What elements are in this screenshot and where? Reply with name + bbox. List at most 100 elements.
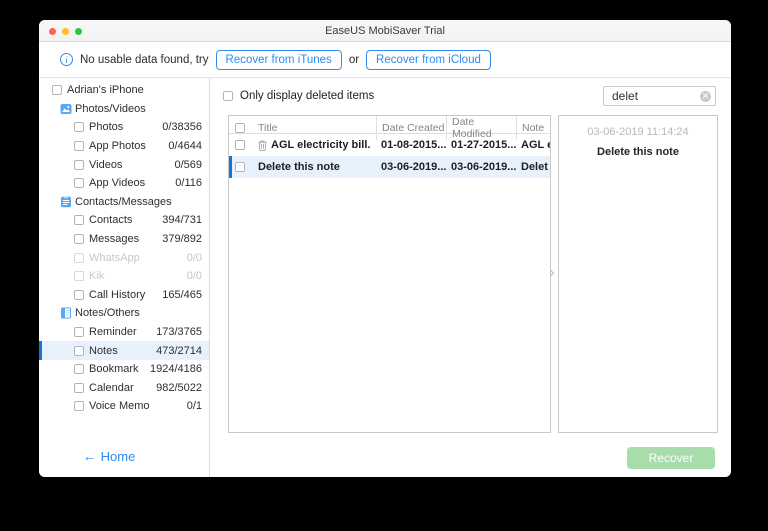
info-bar: i No usable data found, try Recover from…: [39, 42, 731, 78]
only-deleted-label: Only display deleted items: [240, 90, 375, 102]
notes-checkbox[interactable]: [74, 345, 84, 356]
recover-from-itunes-button[interactable]: Recover from iTunes: [215, 49, 342, 70]
traffic-lights: [49, 20, 82, 42]
only-deleted-filter[interactable]: Only display deleted items: [223, 90, 374, 102]
kik-checkbox[interactable]: [74, 271, 84, 282]
sidebar-item-app-photos[interactable]: App Photos 0/4644: [39, 137, 209, 156]
photos-checkbox[interactable]: [74, 122, 84, 133]
item-count: 982/5022: [156, 381, 202, 394]
sidebar-item-contacts[interactable]: Contacts 394/731: [39, 211, 209, 230]
recover-button[interactable]: Recover: [627, 447, 715, 469]
home-button[interactable]: ← Home: [39, 448, 194, 464]
whatsapp-checkbox[interactable]: [74, 252, 84, 263]
group-label: Photos/Videos: [75, 102, 146, 115]
row-checkbox[interactable]: [235, 140, 245, 150]
window-title: EaseUS MobiSaver Trial: [325, 24, 445, 37]
row-date-modified: 01-27-2015...: [451, 139, 516, 151]
recover-from-icloud-button[interactable]: Recover from iCloud: [366, 49, 491, 70]
device-label: Adrian's iPhone: [67, 84, 144, 97]
contacts-checkbox[interactable]: [74, 215, 84, 226]
table-header: Title Date Created Date Modified Note: [229, 116, 550, 140]
item-count: 165/465: [162, 288, 202, 301]
close-window-button[interactable]: [49, 27, 56, 35]
item-count: 0/116: [175, 177, 202, 190]
item-count: 394/731: [162, 214, 202, 227]
group-label: Contacts/Messages: [75, 195, 172, 208]
sidebar-item-videos[interactable]: Videos 0/569: [39, 155, 209, 174]
device-checkbox[interactable]: [52, 85, 62, 96]
item-count: 379/892: [162, 233, 202, 246]
item-count: 1924/4186: [150, 363, 202, 376]
app-videos-checkbox[interactable]: [74, 178, 84, 189]
table-row[interactable]: Delete this note 03-06-2019... 03-06-201…: [229, 156, 550, 178]
group-label: Notes/Others: [75, 307, 140, 320]
sidebar-item-device[interactable]: Adrian's iPhone: [39, 81, 209, 100]
row-date-created: 03-06-2019...: [381, 161, 446, 173]
info-icon: i: [60, 53, 73, 66]
item-count: 0/38356: [162, 121, 202, 134]
search-box: ✕: [603, 86, 716, 106]
sidebar-item-bookmark[interactable]: Bookmark 1924/4186: [39, 360, 209, 379]
row-date-created: 01-08-2015...: [381, 139, 446, 151]
screen: EaseUS MobiSaver Trial i No usable data …: [0, 0, 768, 531]
row-checkbox[interactable]: [235, 162, 245, 172]
collapse-panel-icon[interactable]: ›: [546, 263, 558, 283]
app-photos-checkbox[interactable]: [74, 141, 84, 152]
sidebar-item-whatsapp[interactable]: WhatsApp 0/0: [39, 248, 209, 267]
reminder-checkbox[interactable]: [74, 327, 84, 338]
contacts-icon: [60, 196, 72, 208]
sidebar-item-messages[interactable]: Messages 379/892: [39, 230, 209, 249]
row-title: AGL electricity bill.: [271, 139, 371, 151]
calendar-checkbox[interactable]: [74, 382, 84, 393]
row-date-modified: 03-06-2019...: [451, 161, 516, 173]
voice-memo-checkbox[interactable]: [74, 401, 84, 412]
back-arrow-icon: ←: [82, 448, 97, 464]
sidebar-item-reminder[interactable]: Reminder 173/3765: [39, 323, 209, 342]
minimize-window-button[interactable]: [62, 27, 69, 35]
preview-timestamp: 03-06-2019 11:14:24: [587, 126, 689, 138]
item-count: 173/3765: [156, 326, 202, 339]
clear-search-icon[interactable]: ✕: [700, 91, 711, 102]
category-tree: Adrian's iPhone Photos/Videos Photos 0/3…: [39, 78, 209, 416]
sidebar-item-calendar[interactable]: Calendar 982/5022: [39, 379, 209, 398]
sidebar-item-voice-memo[interactable]: Voice Memo 0/1: [39, 397, 209, 416]
main-area: Only display deleted items ✕ Title Date …: [210, 78, 731, 477]
app-window: EaseUS MobiSaver Trial i No usable data …: [39, 20, 731, 477]
sidebar-item-app-videos[interactable]: App Videos 0/116: [39, 174, 209, 193]
call-history-checkbox[interactable]: [74, 289, 84, 300]
info-message: No usable data found, try: [80, 53, 209, 66]
only-deleted-checkbox[interactable]: [223, 91, 233, 101]
item-count: 0/569: [174, 158, 202, 171]
sidebar-group-photos-videos[interactable]: Photos/Videos: [39, 100, 209, 119]
photos-icon: [60, 103, 72, 115]
messages-checkbox[interactable]: [74, 234, 84, 245]
sidebar-item-photos[interactable]: Photos 0/38356: [39, 118, 209, 137]
or-label: or: [348, 53, 360, 66]
bookmark-checkbox[interactable]: [74, 364, 84, 375]
search-input[interactable]: [604, 87, 694, 105]
item-count: 0/0: [186, 270, 202, 283]
sidebar-item-notes[interactable]: Notes 473/2714: [39, 341, 209, 360]
preview-panel: 03-06-2019 11:14:24 Delete this note: [558, 115, 718, 433]
select-all-checkbox[interactable]: [235, 123, 245, 133]
app-body: Adrian's iPhone Photos/Videos Photos 0/3…: [39, 78, 731, 477]
zoom-window-button[interactable]: [75, 27, 82, 35]
sidebar: Adrian's iPhone Photos/Videos Photos 0/3…: [39, 78, 210, 477]
trash-icon: [258, 140, 267, 151]
home-label: Home: [100, 449, 136, 464]
sidebar-group-notes-others[interactable]: Notes/Others: [39, 304, 209, 323]
row-note: Delet: [521, 161, 548, 173]
sidebar-group-contacts-messages[interactable]: Contacts/Messages: [39, 193, 209, 212]
item-count: 0/1: [186, 400, 202, 413]
results-table: Title Date Created Date Modified Note AG…: [228, 115, 551, 433]
titlebar: EaseUS MobiSaver Trial: [39, 20, 731, 42]
videos-checkbox[interactable]: [74, 159, 84, 170]
row-note: AGL e: [521, 139, 550, 151]
item-count: 473/2714: [156, 344, 202, 357]
table-row[interactable]: AGL electricity bill. 01-08-2015... 01-2…: [229, 134, 550, 156]
row-title: Delete this note: [258, 161, 340, 173]
item-count: 0/4644: [168, 140, 202, 153]
sidebar-item-kik[interactable]: Kik 0/0: [39, 267, 209, 286]
sidebar-item-call-history[interactable]: Call History 165/465: [39, 286, 209, 305]
preview-title: Delete this note: [597, 146, 679, 158]
